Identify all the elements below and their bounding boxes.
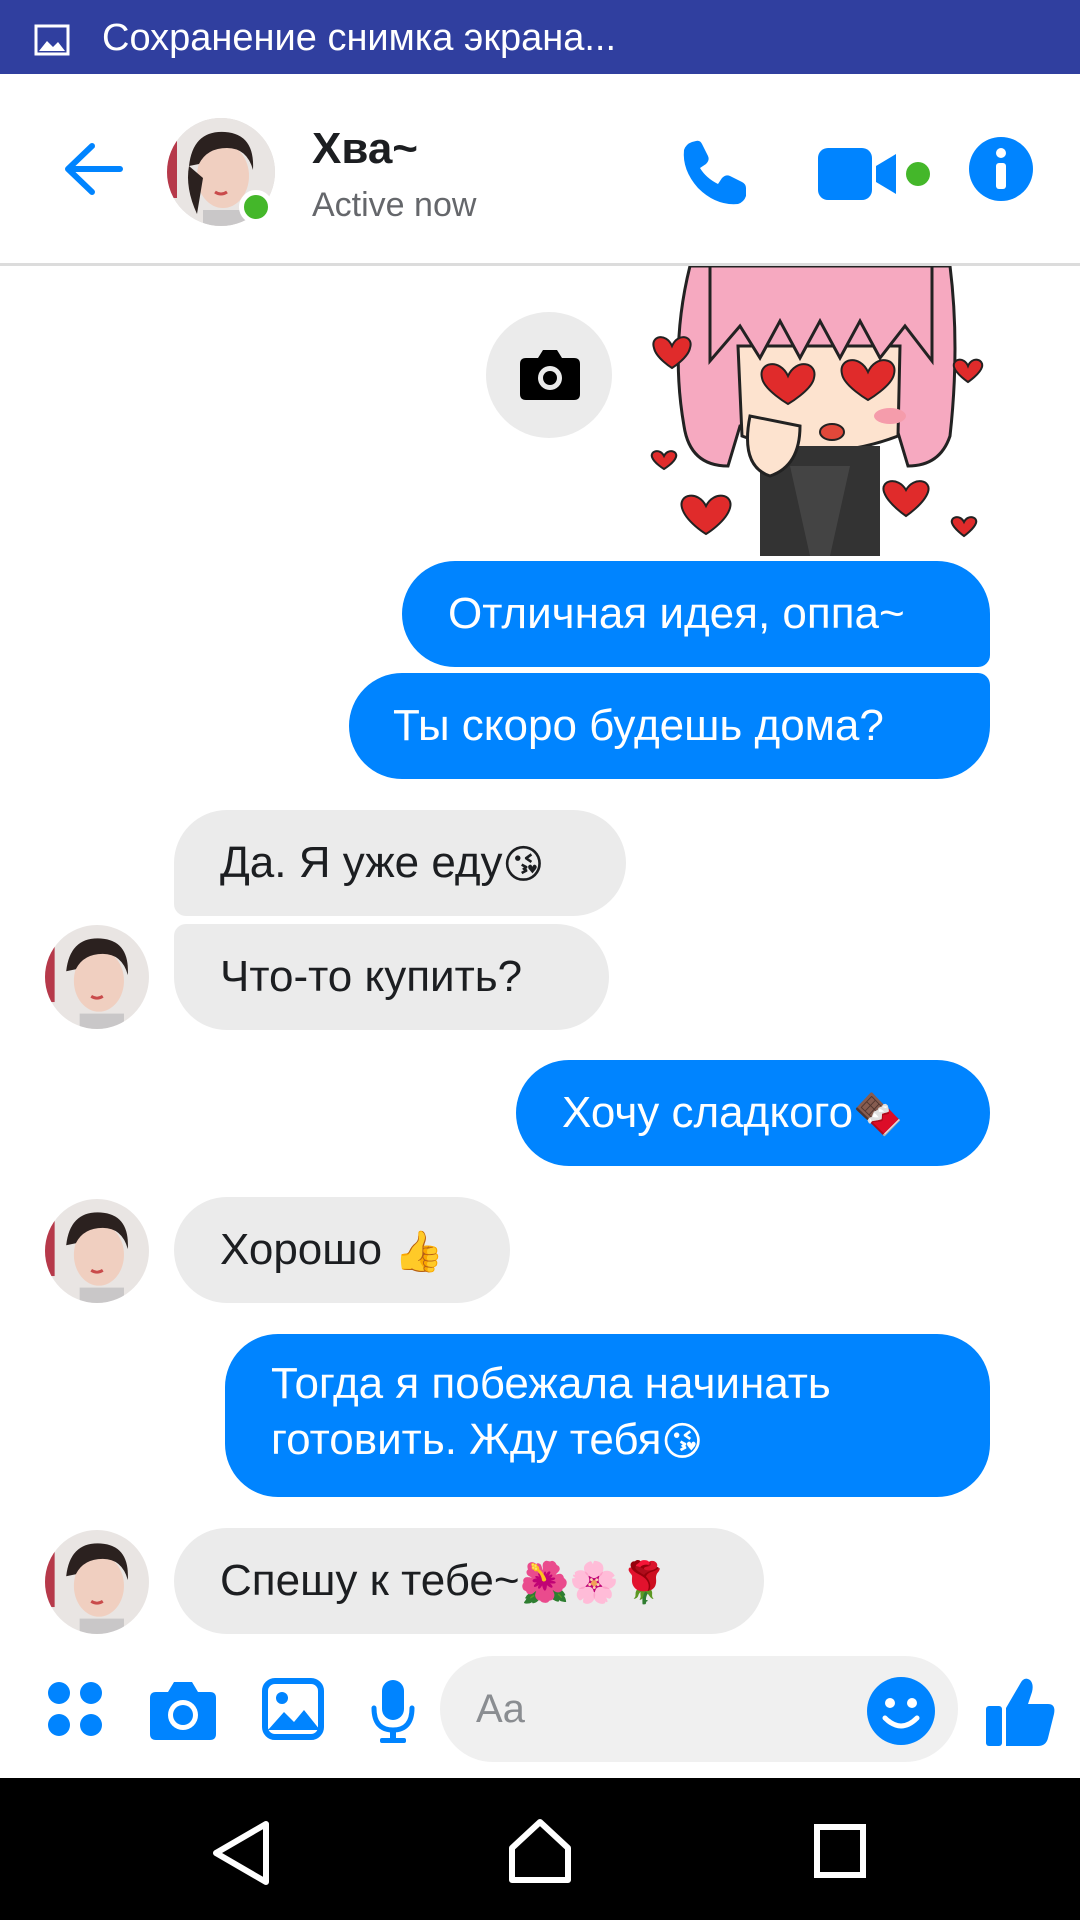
video-camera-icon[interactable] bbox=[818, 146, 898, 202]
message-text: Хорошо bbox=[220, 1225, 383, 1274]
sticker-girl-heart-eyes[interactable] bbox=[650, 266, 990, 556]
message-text-line1: Тогда я побежала начинать bbox=[271, 1359, 831, 1408]
sender-avatar[interactable] bbox=[45, 1199, 149, 1303]
message-text: Отличная идея, оппа~ bbox=[448, 589, 905, 638]
incoming-message[interactable]: Хорошо 👍 bbox=[174, 1197, 510, 1303]
info-icon[interactable] bbox=[968, 136, 1034, 202]
avatar-photo bbox=[45, 1199, 149, 1303]
kissing-face-emoji: 😘 bbox=[502, 843, 545, 888]
nav-home-icon[interactable] bbox=[508, 1818, 572, 1884]
message-text: Что-то купить? bbox=[220, 952, 523, 1001]
contact-avatar[interactable] bbox=[167, 118, 275, 226]
contact-name[interactable]: Хва~ bbox=[312, 124, 418, 174]
microphone-icon[interactable] bbox=[370, 1678, 416, 1744]
outgoing-message[interactable]: Отличная идея, оппа~ bbox=[402, 561, 990, 667]
phone-icon[interactable] bbox=[676, 136, 752, 212]
thumbs-up-emoji: 👍 bbox=[394, 1230, 445, 1275]
message-text-line2: готовить. Жду тебя bbox=[271, 1415, 662, 1464]
video-active-dot bbox=[906, 162, 930, 186]
conversation-header: Хва~ Active now bbox=[0, 74, 1080, 266]
chocolate-emoji: 🍫 bbox=[853, 1093, 903, 1138]
avatar-photo bbox=[45, 1530, 149, 1634]
online-indicator bbox=[239, 190, 273, 224]
message-text: Хочу сладкого bbox=[562, 1088, 854, 1137]
apps-icon[interactable] bbox=[46, 1680, 104, 1738]
outgoing-message[interactable]: Хочу сладкого🍫 bbox=[516, 1060, 990, 1166]
system-navigation-bar bbox=[0, 1778, 1080, 1920]
status-bar: Сохранение снимка экрана... bbox=[0, 0, 1080, 74]
message-text: Спешу к тебе~ bbox=[220, 1556, 520, 1605]
sender-avatar[interactable] bbox=[45, 925, 149, 1029]
camera-icon bbox=[520, 350, 580, 400]
image-icon bbox=[34, 24, 70, 56]
thumbs-up-icon[interactable] bbox=[984, 1674, 1056, 1748]
camera-icon[interactable] bbox=[148, 1680, 218, 1740]
incoming-message[interactable]: Спешу к тебе~🌺🌸🌹 bbox=[174, 1528, 764, 1634]
message-text: Да. Я уже еду bbox=[220, 838, 503, 887]
emoji-icon[interactable] bbox=[866, 1676, 936, 1746]
nav-back-icon[interactable] bbox=[212, 1820, 272, 1886]
outgoing-message[interactable]: Ты скоро будешь дома? bbox=[349, 673, 990, 779]
incoming-message[interactable]: Да. Я уже еду😘 bbox=[174, 810, 626, 916]
sender-avatar[interactable] bbox=[45, 1530, 149, 1634]
contact-status: Active now bbox=[312, 186, 477, 224]
flowers-emoji: 🌺🌸🌹 bbox=[519, 1561, 669, 1606]
gallery-icon[interactable] bbox=[262, 1678, 324, 1740]
outgoing-message[interactable]: Тогда я побежала начинать готовить. Жду т… bbox=[225, 1334, 990, 1497]
message-composer: Aa bbox=[0, 1640, 1080, 1778]
back-arrow-icon[interactable] bbox=[60, 136, 126, 202]
nav-recents-icon[interactable] bbox=[814, 1824, 866, 1878]
status-text: Сохранение снимка экрана... bbox=[102, 17, 617, 59]
kissing-face-emoji: 😘 bbox=[661, 1420, 704, 1465]
message-text: Ты скоро будешь дома? bbox=[393, 701, 884, 750]
camera-shortcut-button[interactable] bbox=[486, 312, 612, 438]
incoming-message[interactable]: Что-то купить? bbox=[174, 924, 609, 1030]
avatar-photo bbox=[45, 925, 149, 1029]
